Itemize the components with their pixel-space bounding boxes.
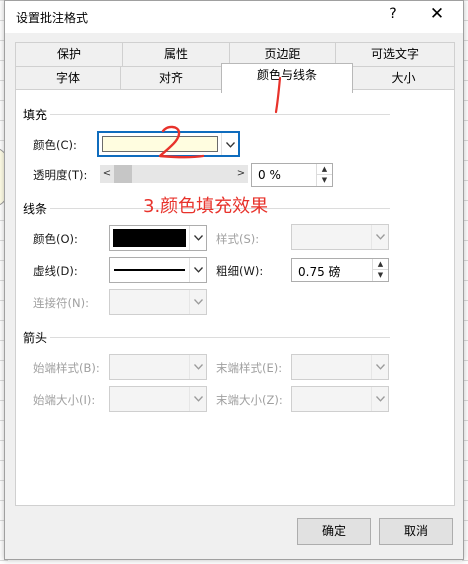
annotation-mark-2 xyxy=(158,125,205,159)
annotation-mark-1 xyxy=(274,76,282,114)
annotation-marks xyxy=(158,76,282,159)
annotation-caption: 3.颜色填充效果 xyxy=(143,196,269,217)
